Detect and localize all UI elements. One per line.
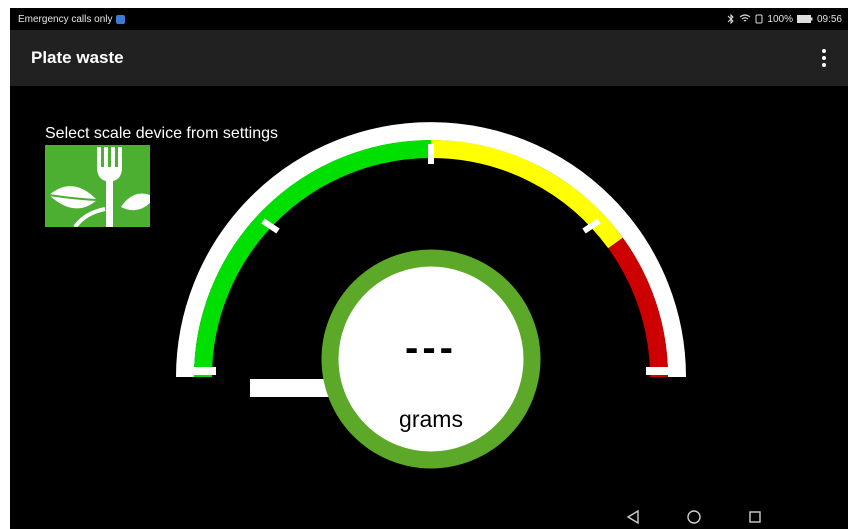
app-bar: Plate waste xyxy=(10,30,848,86)
home-circle-icon[interactable] xyxy=(683,507,705,527)
app-title: Plate waste xyxy=(31,48,124,67)
status-bar: Emergency calls only 100% 09:56 xyxy=(10,8,848,30)
more-vert-icon-dot xyxy=(822,56,826,60)
clock-text: 09:56 xyxy=(816,13,842,25)
back-triangle-icon[interactable] xyxy=(622,507,644,527)
gauge-right-cap xyxy=(646,367,678,375)
sim-icon xyxy=(755,14,763,24)
more-vert-icon-dot xyxy=(822,63,826,67)
wifi-icon xyxy=(740,14,751,22)
carrier-text: Emergency calls only xyxy=(18,13,113,25)
status-right: 100% 09:56 xyxy=(727,14,842,25)
more-vert-icon-dot xyxy=(822,49,826,53)
weight-unit: grams xyxy=(399,406,463,432)
more-options-button[interactable] xyxy=(814,43,834,73)
status-left: Emergency calls only xyxy=(18,13,126,25)
recents-square-icon[interactable] xyxy=(744,507,766,527)
battery-text: 100% xyxy=(767,13,793,25)
weight-value: --- xyxy=(405,326,457,370)
gauge-left-cap xyxy=(184,367,216,375)
battery-icon xyxy=(796,15,813,23)
bluetooth-icon xyxy=(728,14,735,24)
navigation-bar xyxy=(10,505,848,529)
shield-icon xyxy=(116,14,126,24)
device-screen: Emergency calls only 100% 09:56 Plate wa… xyxy=(10,8,848,529)
